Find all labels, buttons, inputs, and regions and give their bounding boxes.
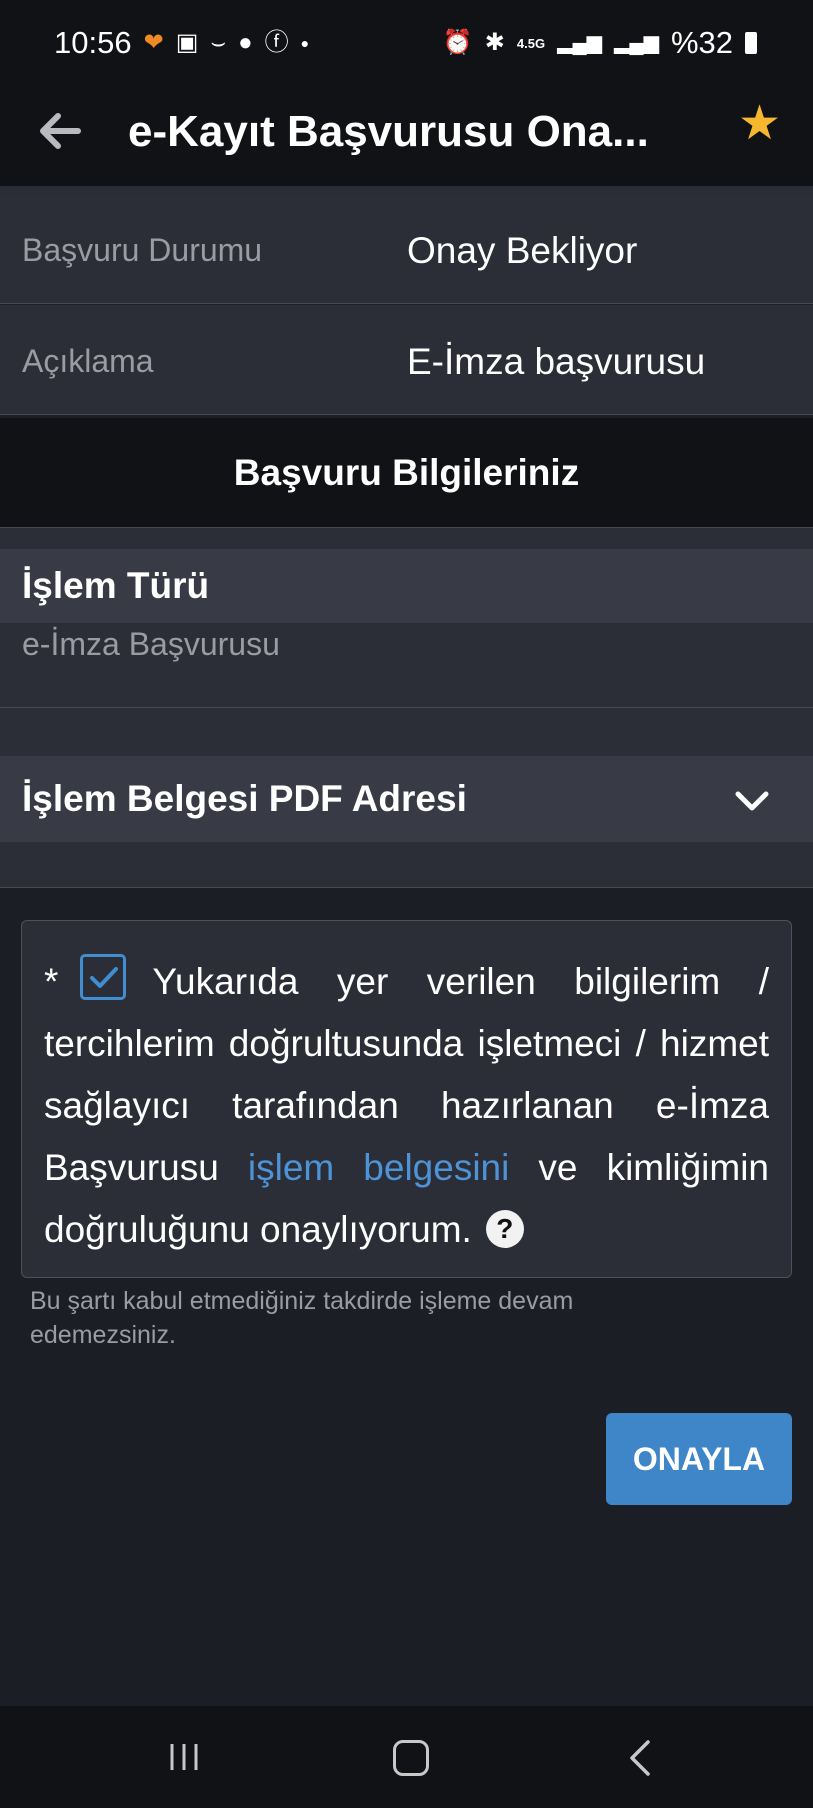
checkmark-icon [90, 967, 119, 988]
approve-button[interactable]: ONAYLA [606, 1413, 792, 1505]
info-row-label: Başvuru Durumu [22, 232, 263, 268]
more-notifications-icon: ● [300, 35, 310, 51]
recent-apps-icon[interactable] [166, 1742, 202, 1772]
info-row-description: Açıklama E-İmza başvurusu [0, 305, 813, 415]
nav-back-icon[interactable] [624, 1738, 654, 1778]
status-bar: 10:56 ❤ ▣ ⌣ ● ⓕ ● ⏰ ✱ 4.5G ▂▄▆ ▂▄▆ %32 [0, 0, 813, 86]
info-row-value: E-İmza başvurusu [407, 341, 706, 382]
battery-percent: %32 [670, 25, 733, 60]
required-asterisk: * [44, 961, 59, 1002]
islem-turu-value: e-İmza Başvurusu [22, 626, 280, 662]
pdf-panel-title: İşlem Belgesi PDF Adresi [22, 778, 467, 819]
islem-turu-panel: İşlem Türü e-İmza Başvurusu [0, 528, 813, 708]
islem-belgesi-link[interactable]: işlem belgesini [248, 1147, 509, 1188]
pdf-panel: İşlem Belgesi PDF Adresi [0, 708, 813, 888]
signal-icon: ▂▄▆ [557, 32, 603, 54]
pdf-panel-header[interactable]: İşlem Belgesi PDF Adresi [0, 756, 813, 842]
consent-text: * Yukarıda yer verilen bilgilerim / terci… [44, 951, 769, 1261]
back-arrow-icon[interactable] [34, 106, 84, 156]
home-icon[interactable] [393, 1740, 429, 1776]
info-row-label: Açıklama [22, 343, 154, 379]
islem-turu-header: İşlem Türü [0, 549, 813, 623]
deal-app-icon: ❤ [143, 29, 164, 56]
divider [0, 186, 813, 194]
network-type: 4.5G [516, 35, 546, 51]
page-title: e-Kayıt Başvurusu Ona... [128, 107, 649, 156]
gallery-icon: ▣ [175, 29, 199, 56]
info-row-value: Onay Bekliyor [407, 230, 638, 271]
app-bar: e-Kayıt Başvurusu Ona... ★ [0, 86, 813, 186]
amazon-icon: ⌣ [210, 29, 227, 56]
status-right: ⏰ ✱ 4.5G ▂▄▆ ▂▄▆ %32 [443, 25, 757, 61]
alarm-icon: ⏰ [442, 29, 473, 56]
bluetooth-icon: ✱ [484, 29, 505, 56]
status-time: 10:56 [54, 25, 132, 60]
section-title: Başvuru Bilgileriniz [0, 418, 813, 528]
chevron-down-icon[interactable] [733, 788, 771, 814]
status-left: 10:56 ❤ ▣ ⌣ ● ⓕ ● [54, 25, 309, 61]
battery-icon [745, 32, 757, 54]
consent-box: * Yukarıda yer verilen bilgilerim / terci… [21, 920, 792, 1278]
system-nav-bar [0, 1706, 813, 1808]
signal-2-icon: ▂▄▆ [614, 32, 659, 54]
islem-turu-title: İşlem Türü [22, 565, 210, 606]
consent-hint: Bu şartı kabul etmediğiniz takdirde işle… [30, 1287, 574, 1349]
favorite-star-icon[interactable]: ★ [738, 100, 781, 148]
chat-icon: ● [238, 29, 253, 56]
facebook-icon: ⓕ [264, 29, 289, 56]
info-row-status: Başvuru Durumu Onay Bekliyor [0, 194, 813, 304]
consent-checkbox[interactable] [80, 954, 127, 1000]
help-icon[interactable]: ? [485, 1210, 524, 1248]
